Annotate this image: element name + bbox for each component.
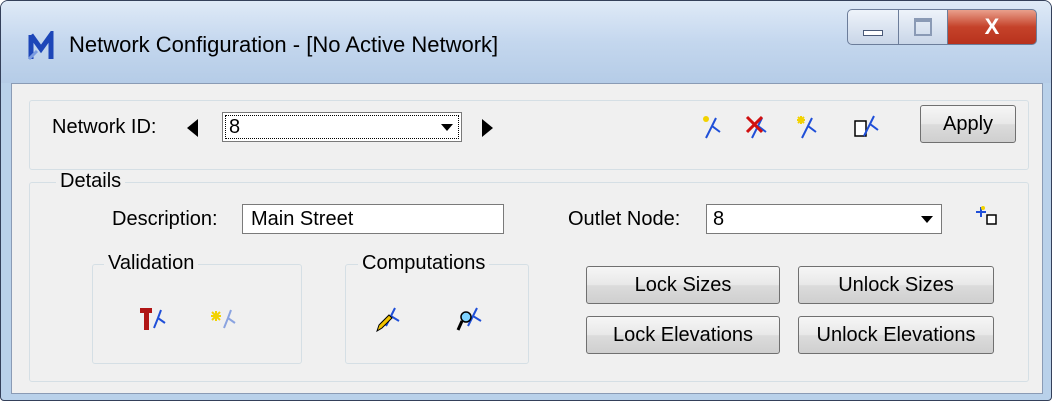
description-field[interactable]: Main Street (242, 204, 504, 234)
app-logo-icon (27, 31, 54, 61)
network-id-label: Network ID: (52, 116, 157, 138)
outlet-node-select[interactable]: 8 (706, 204, 942, 234)
lock-elevations-button[interactable]: Lock Elevations (586, 316, 780, 354)
select-outlet-node-icon[interactable] (974, 202, 1004, 232)
next-network-icon[interactable] (482, 119, 493, 137)
copy-network-icon[interactable] (852, 112, 882, 142)
chevron-down-icon (921, 216, 933, 223)
delete-network-icon[interactable] (744, 112, 774, 142)
close-button[interactable]: X (947, 9, 1037, 45)
outlet-node-value: 8 (713, 208, 725, 230)
apply-button[interactable]: Apply (920, 105, 1016, 143)
window-title: Network Configuration - [No Active Netwo… (69, 32, 499, 57)
computations-group (345, 264, 529, 364)
description-label: Description: (112, 208, 218, 230)
close-icon: X (984, 14, 1000, 39)
validation-group (92, 264, 302, 364)
chevron-down-icon (441, 124, 453, 131)
unlock-elevations-button[interactable]: Unlock Elevations (798, 316, 994, 354)
design-network-icon[interactable] (374, 304, 404, 334)
network-configuration-window: Network Configuration - [No Active Netwo… (0, 0, 1052, 401)
maximize-icon (914, 18, 932, 36)
validate-network-icon[interactable] (138, 304, 168, 334)
validation-label: Validation (104, 252, 199, 275)
computations-label: Computations (358, 252, 490, 275)
new-network-icon[interactable] (698, 112, 728, 142)
lock-sizes-button[interactable]: Lock Sizes (586, 266, 780, 304)
network-id-value: 8 (229, 116, 241, 138)
outlet-node-label: Outlet Node: (568, 208, 681, 230)
analyze-network-icon[interactable] (456, 304, 486, 334)
title-bar[interactable]: Network Configuration - [No Active Netwo… (1, 1, 1051, 83)
minimize-icon (863, 30, 883, 36)
validate-highlight-icon[interactable] (208, 304, 238, 334)
details-group-label: Details (56, 170, 126, 193)
minimize-button[interactable] (847, 9, 899, 45)
previous-network-icon[interactable] (187, 119, 198, 137)
maximize-button[interactable] (898, 9, 948, 45)
network-id-select[interactable]: 8 (222, 112, 462, 142)
unlock-sizes-button[interactable]: Unlock Sizes (798, 266, 994, 304)
highlight-network-icon[interactable] (794, 112, 824, 142)
client-area: Network ID: 8 Apply Details Description:… (11, 83, 1043, 394)
